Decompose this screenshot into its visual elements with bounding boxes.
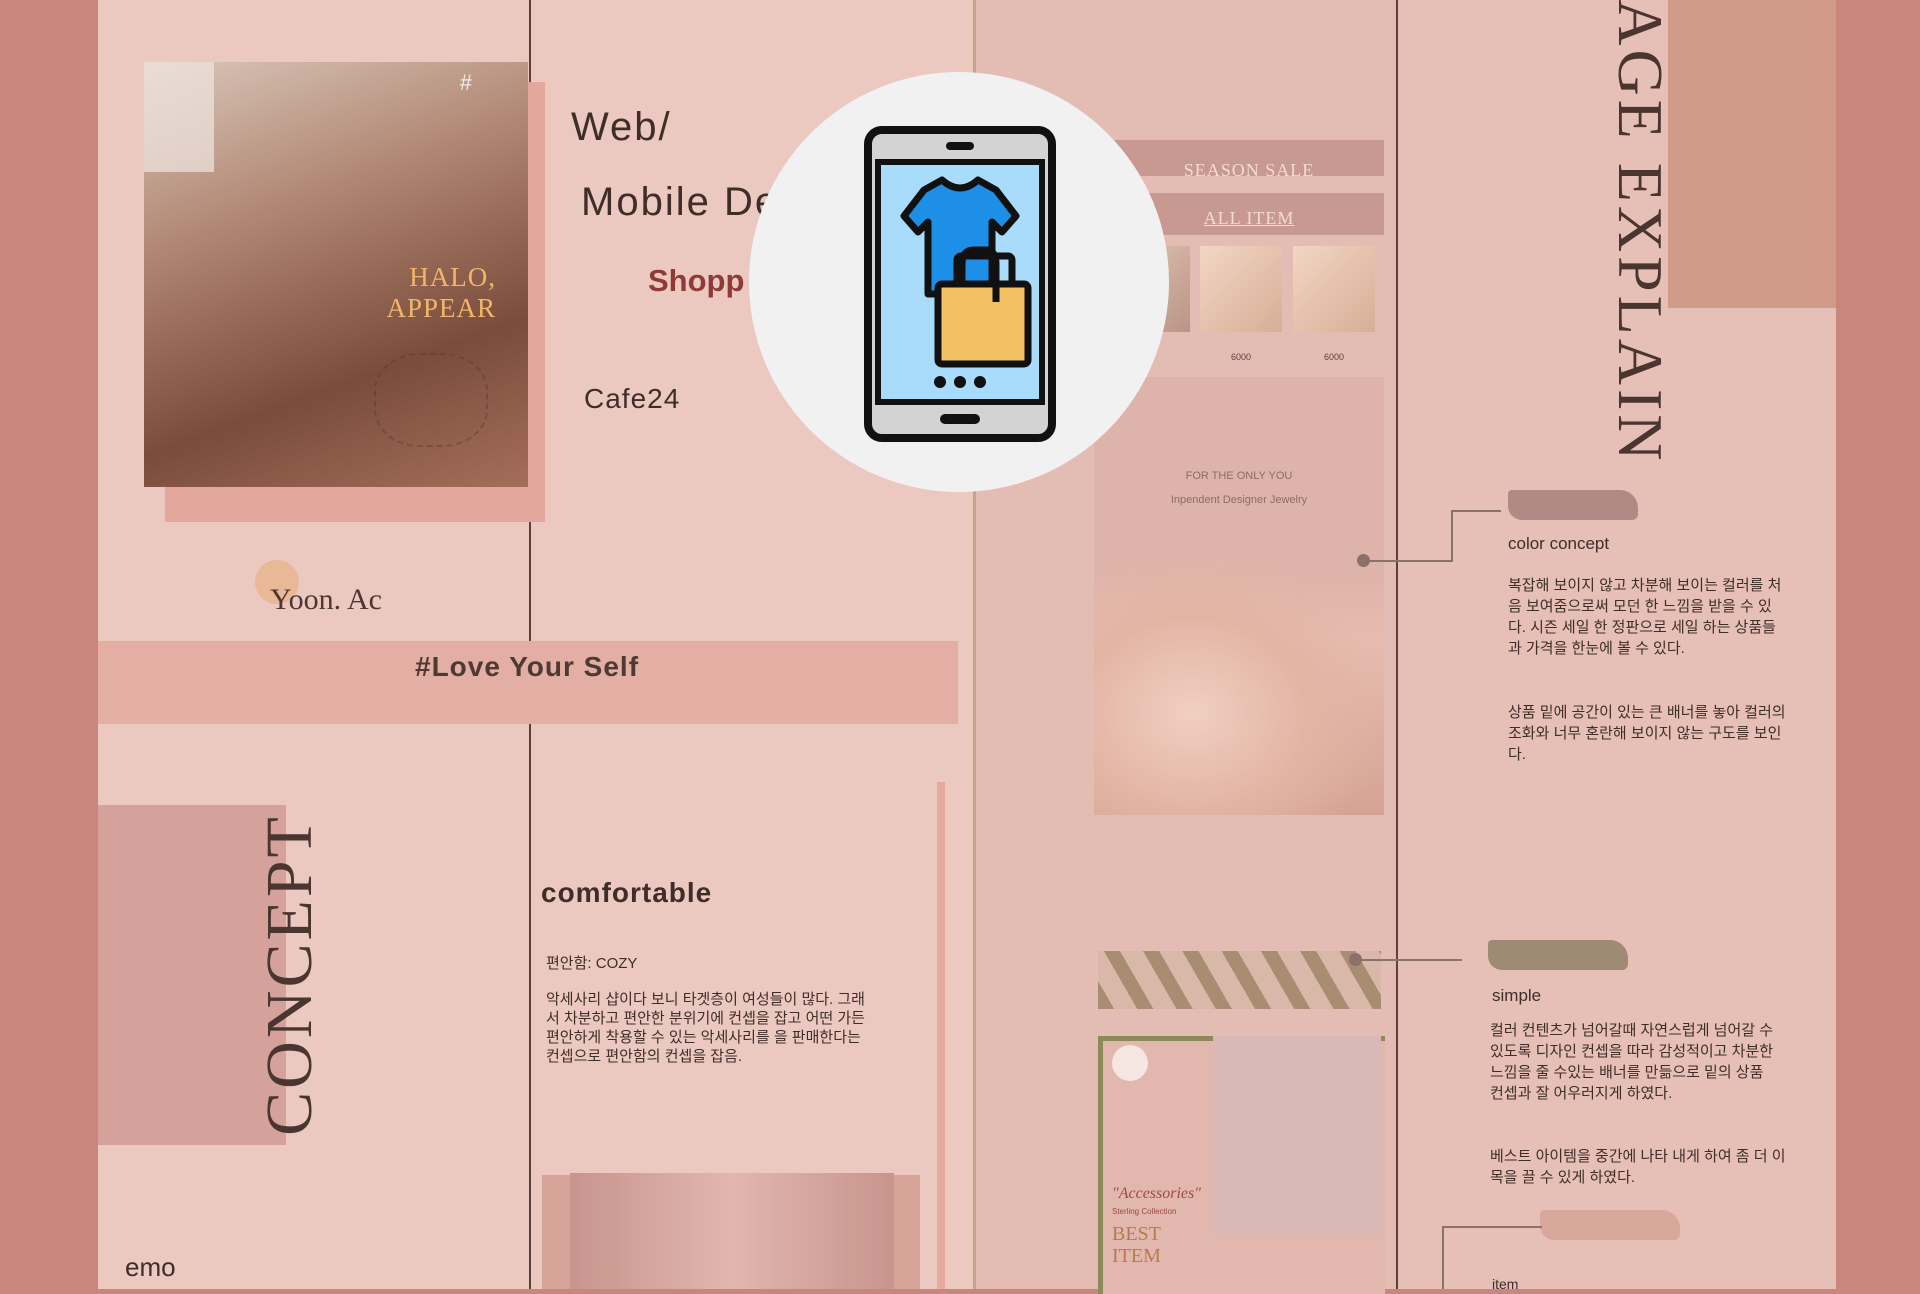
curtain-photo xyxy=(570,1173,894,1289)
title-line1: Web/ xyxy=(571,105,672,149)
mobile-shopping-icon xyxy=(864,126,1056,442)
brush-stroke xyxy=(1508,490,1638,520)
season-sale-label: SEASON SALE xyxy=(1183,160,1315,180)
item-label: item xyxy=(1492,1276,1519,1292)
callout-line xyxy=(1451,510,1501,512)
emo-label: emo xyxy=(125,1252,176,1282)
cozy-line: 편안함: COZY xyxy=(546,955,638,972)
leaf-banner xyxy=(1098,951,1381,1009)
product-price: 6000 xyxy=(1323,352,1345,362)
hero-line1: FOR THE ONLY YOU xyxy=(1185,470,1293,482)
brush-stroke xyxy=(1488,940,1628,970)
color-concept-body2: 상품 밑에 공간이 있는 큰 배너를 놓아 컬러의 조화와 너무 혼란해 보이지… xyxy=(1508,704,1786,763)
page-explain-title: PAGE EXPLAIN xyxy=(1605,0,1676,465)
accessories-script: "Accessories" xyxy=(1112,1185,1201,1202)
product-thumb xyxy=(1200,246,1282,332)
comfortable-body: 악세사리 샵이다 보니 타겟층이 여성들이 많다. 그래서 차분하고 편안한 분… xyxy=(546,991,865,1065)
comfortable-heading: comfortable xyxy=(541,877,713,908)
callout-line xyxy=(1442,1226,1542,1228)
photo-caption-line2: APPEAR xyxy=(386,293,496,323)
divider-line xyxy=(1396,0,1398,1289)
flower-photo xyxy=(1213,1036,1381,1236)
platform-label: Cafe24 xyxy=(584,383,681,414)
accessories-sub: Sterling Collection xyxy=(1112,1207,1177,1216)
tattoo-sketch xyxy=(374,353,488,447)
product-price: 6000 xyxy=(1230,352,1252,362)
simple-body2: 베스트 아이템을 중간에 나타 내게 하여 좀 더 이목을 끌 수 있게 하였다… xyxy=(1490,1148,1786,1186)
hero-line2: Inpendent Designer Jewelry xyxy=(1170,494,1308,506)
photo-caption: HALO, APPEAR xyxy=(386,262,496,324)
product-thumb xyxy=(1293,246,1375,332)
hero-model xyxy=(1094,560,1374,815)
photo-highlight xyxy=(144,62,214,172)
simple-label: simple xyxy=(1492,986,1542,1005)
callout-line xyxy=(1451,510,1453,562)
page-explain-block xyxy=(1668,0,1836,308)
simple-body: 컬러 컨텐츠가 넘어갈때 자연스럽게 넘어갈 수 있도록 디자인 컨셉을 따라 … xyxy=(1490,1022,1774,1102)
badge-dot xyxy=(1112,1045,1148,1081)
accent-bar xyxy=(937,782,945,1289)
callout-line xyxy=(1356,959,1462,961)
callout-line xyxy=(1442,1226,1444,1289)
color-concept-body: 복잡해 보이지 않고 차분해 보이는 컬러를 처음 보여줌으로써 모던 한 느낌… xyxy=(1508,577,1782,657)
model-photo: # HALO, APPEAR xyxy=(144,62,528,487)
hashtag-text: #Love Your Self xyxy=(415,651,640,682)
color-concept-label: color concept xyxy=(1508,534,1610,553)
subtitle: Shopp xyxy=(648,263,745,298)
concept-title: CONCEPT xyxy=(253,814,326,1136)
best-item-label: BEST ITEM xyxy=(1112,1223,1161,1267)
photo-caption-line1: HALO, xyxy=(409,262,496,292)
photo-hash: # xyxy=(459,70,472,95)
brush-stroke xyxy=(1540,1210,1680,1240)
callout-line xyxy=(1364,560,1452,562)
signature-text: Yoon. Ac xyxy=(270,583,382,616)
